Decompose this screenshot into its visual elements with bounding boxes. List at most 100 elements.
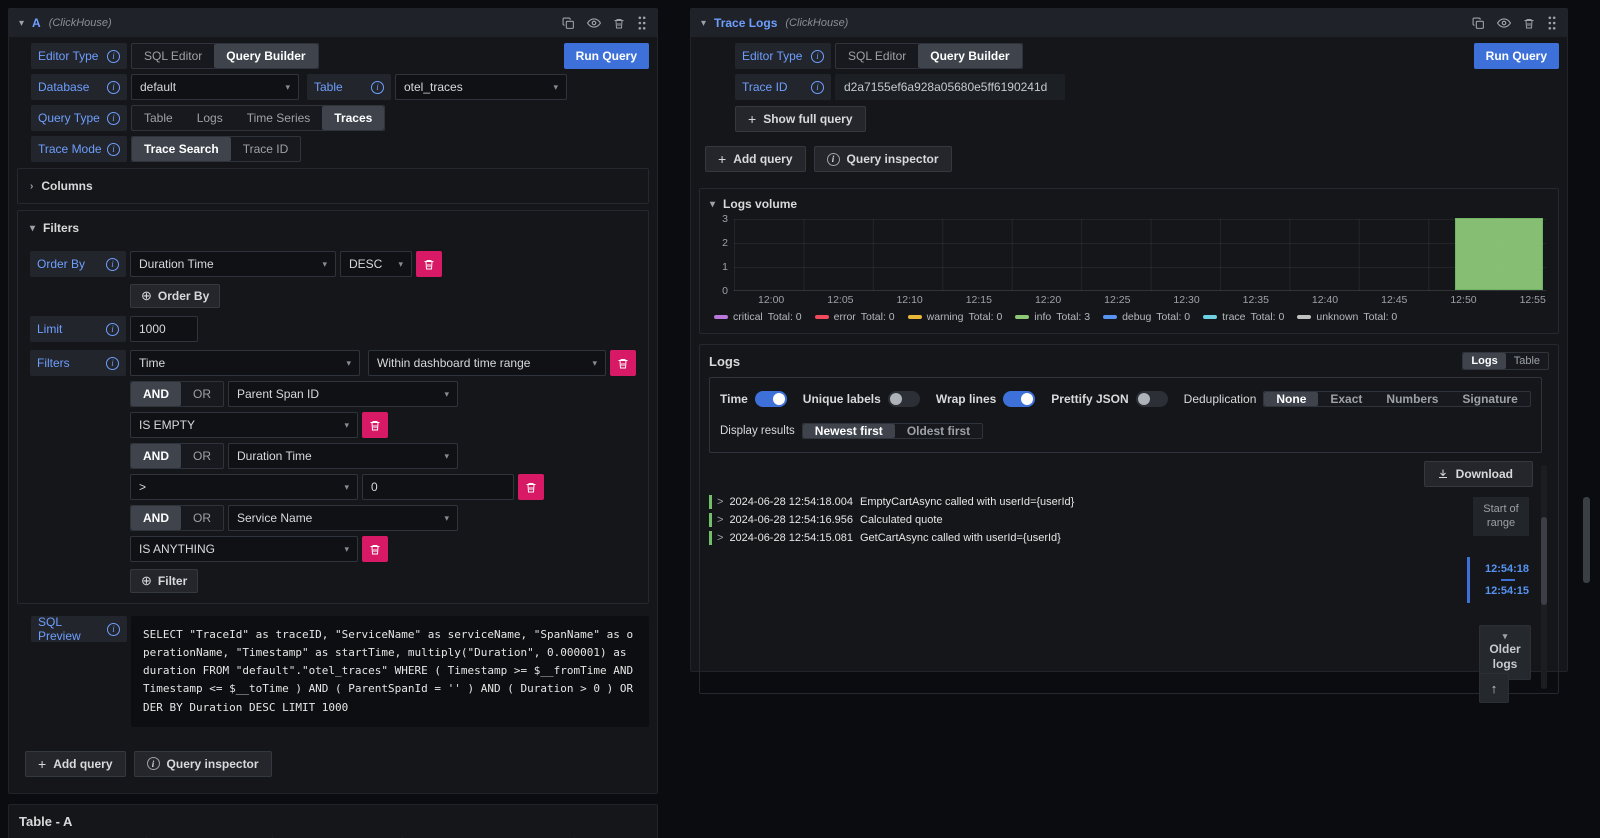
editor-type-option-builder[interactable]: Query Builder xyxy=(214,44,317,68)
legend-item-unknown[interactable]: unknownTotal: 0 xyxy=(1297,311,1397,323)
info-icon[interactable] xyxy=(106,258,119,271)
duplicate-icon[interactable] xyxy=(1472,17,1485,30)
range-time-end[interactable]: 12:54:15 xyxy=(1485,585,1529,597)
query-type-option-timeseries[interactable]: Time Series xyxy=(235,106,323,130)
editor-type-option-sql[interactable]: SQL Editor xyxy=(132,44,214,68)
dedup-option-exact[interactable]: Exact xyxy=(1318,392,1374,406)
condition-2-operator-select[interactable]: > xyxy=(130,474,358,500)
table-select[interactable]: otel_traces xyxy=(395,74,567,100)
log-entry[interactable]: 2024-06-28 12:54:16.956 Calculated quote xyxy=(709,511,1459,529)
unique-labels-toggle[interactable] xyxy=(888,391,920,407)
legend-item-info[interactable]: infoTotal: 3 xyxy=(1015,311,1090,323)
dedup-option-numbers[interactable]: Numbers xyxy=(1374,392,1450,406)
remove-condition-button[interactable] xyxy=(518,474,544,500)
add-query-button[interactable]: Add query xyxy=(25,751,126,777)
info-icon[interactable] xyxy=(107,623,120,636)
condition-3-operator-select[interactable]: IS ANYTHING xyxy=(130,536,358,562)
duplicate-icon[interactable] xyxy=(562,17,575,30)
expand-chevron-icon[interactable] xyxy=(717,496,723,508)
expand-chevron-icon[interactable] xyxy=(717,514,723,526)
trace-mode-option-id[interactable]: Trace ID xyxy=(231,137,301,161)
remove-filter-button[interactable] xyxy=(610,350,636,376)
order-by-field-select[interactable]: Duration Time xyxy=(130,251,336,277)
older-logs-button[interactable]: Older logs xyxy=(1479,625,1531,680)
run-query-button[interactable]: Run Query xyxy=(1474,43,1559,69)
filter-range-select[interactable]: Within dashboard time range xyxy=(368,350,606,376)
trash-icon[interactable] xyxy=(613,17,625,30)
condition-1-field-select[interactable]: Parent Span ID xyxy=(228,381,458,407)
info-icon[interactable] xyxy=(811,50,824,63)
editor-type-option-sql[interactable]: SQL Editor xyxy=(836,44,918,68)
bool-and-option[interactable]: AND xyxy=(131,382,181,406)
legend-item-debug[interactable]: debugTotal: 0 xyxy=(1103,311,1190,323)
order-option-newest[interactable]: Newest first xyxy=(803,424,895,438)
download-button[interactable]: Download xyxy=(1424,461,1533,487)
view-option-logs[interactable]: Logs xyxy=(1463,353,1505,369)
drag-handle-icon[interactable] xyxy=(637,16,647,30)
trash-icon[interactable] xyxy=(1523,17,1535,30)
limit-input[interactable] xyxy=(130,316,198,342)
query-type-option-traces[interactable]: Traces xyxy=(322,106,384,130)
remove-condition-button[interactable] xyxy=(362,412,388,438)
query-inspector-button[interactable]: Query inspector xyxy=(814,146,952,172)
info-icon[interactable] xyxy=(106,323,119,336)
info-icon[interactable] xyxy=(371,81,384,94)
dedup-option-signature[interactable]: Signature xyxy=(1450,392,1529,406)
legend-item-error[interactable]: errorTotal: 0 xyxy=(815,311,895,323)
scroll-to-top-button[interactable] xyxy=(1479,673,1509,703)
bool-and-option[interactable]: AND xyxy=(131,444,181,468)
info-icon[interactable] xyxy=(811,81,824,94)
collapse-chevron-icon[interactable] xyxy=(701,18,706,29)
order-option-oldest[interactable]: Oldest first xyxy=(895,424,982,438)
add-query-button[interactable]: Add query xyxy=(705,146,806,172)
query-type-option-logs[interactable]: Logs xyxy=(185,106,235,130)
time-toggle[interactable] xyxy=(755,391,787,407)
log-entry[interactable]: 2024-06-28 12:54:15.081 GetCartAsync cal… xyxy=(709,529,1459,547)
legend-item-critical[interactable]: criticalTotal: 0 xyxy=(714,311,802,323)
log-entry[interactable]: 2024-06-28 12:54:18.004 EmptyCartAsync c… xyxy=(709,493,1459,511)
condition-1-operator-select[interactable]: IS EMPTY xyxy=(130,412,358,438)
editor-type-option-builder[interactable]: Query Builder xyxy=(918,44,1021,68)
expand-chevron-icon[interactable] xyxy=(717,532,723,544)
trace-mode-option-search[interactable]: Trace Search xyxy=(132,137,231,161)
eye-icon[interactable] xyxy=(587,16,601,30)
info-logs-bar[interactable] xyxy=(1455,218,1543,290)
scrollbar-thumb[interactable] xyxy=(1541,517,1547,605)
logs-scrollbar[interactable] xyxy=(1541,465,1547,689)
info-icon[interactable] xyxy=(106,357,119,370)
run-query-button[interactable]: Run Query xyxy=(564,43,649,69)
filter-field-select[interactable]: Time xyxy=(130,350,360,376)
add-filter-button[interactable]: Filter xyxy=(130,569,198,593)
page-scrollbar[interactable] xyxy=(1583,497,1590,583)
drag-handle-icon[interactable] xyxy=(1547,16,1557,30)
bool-or-option[interactable]: OR xyxy=(181,506,223,530)
legend-item-warning[interactable]: warningTotal: 0 xyxy=(908,311,1003,323)
condition-3-field-select[interactable]: Service Name xyxy=(228,505,458,531)
columns-section-header[interactable]: Columns xyxy=(30,175,636,197)
collapse-chevron-icon[interactable] xyxy=(19,18,24,29)
legend-item-trace[interactable]: traceTotal: 0 xyxy=(1203,311,1284,323)
bool-or-option[interactable]: OR xyxy=(181,444,223,468)
wrap-lines-toggle[interactable] xyxy=(1003,391,1035,407)
filters-section-header[interactable]: Filters xyxy=(30,217,636,239)
info-icon[interactable] xyxy=(107,50,120,63)
condition-2-value-input[interactable] xyxy=(362,474,514,500)
logs-volume-header[interactable]: Logs volume xyxy=(700,189,1558,213)
trace-id-value[interactable]: d2a7155ef6a928a05680e5ff6190241d xyxy=(835,74,1065,100)
condition-2-field-select[interactable]: Duration Time xyxy=(228,443,458,469)
bool-or-option[interactable]: OR xyxy=(181,382,223,406)
show-full-query-button[interactable]: Show full query xyxy=(735,106,866,132)
add-order-by-button[interactable]: Order By xyxy=(130,284,220,308)
remove-order-by-button[interactable] xyxy=(416,251,442,277)
order-by-direction-select[interactable]: DESC xyxy=(340,251,412,277)
eye-icon[interactable] xyxy=(1497,16,1511,30)
query-type-option-table[interactable]: Table xyxy=(132,106,185,130)
remove-condition-button[interactable] xyxy=(362,536,388,562)
info-icon[interactable] xyxy=(107,112,120,125)
view-option-table[interactable]: Table xyxy=(1506,353,1548,369)
query-inspector-button[interactable]: Query inspector xyxy=(134,751,272,777)
info-icon[interactable] xyxy=(107,143,120,156)
bool-and-option[interactable]: AND xyxy=(131,506,181,530)
prettify-json-toggle[interactable] xyxy=(1136,391,1168,407)
range-time-start[interactable]: 12:54:18 xyxy=(1485,563,1529,575)
